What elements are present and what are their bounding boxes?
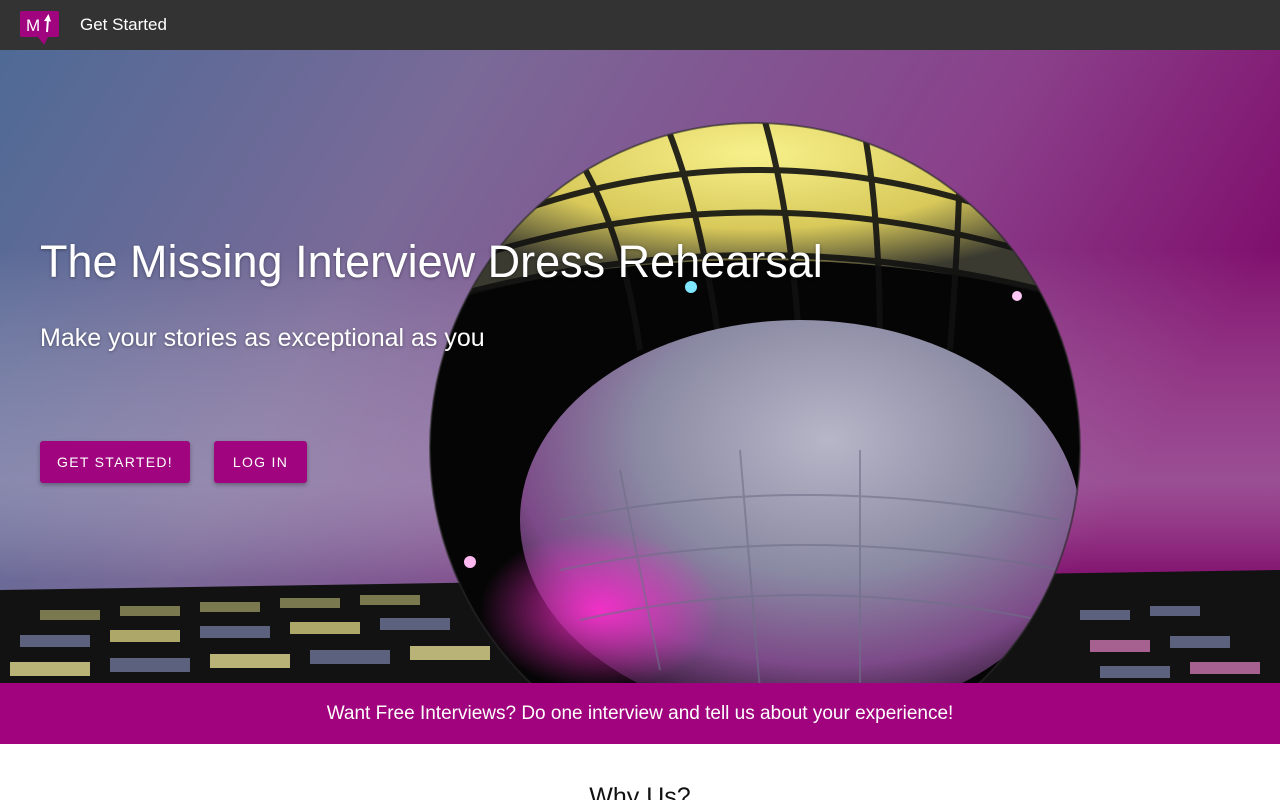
brand-logo-icon[interactable]: M bbox=[20, 11, 60, 45]
promo-banner-text[interactable]: Want Free Interviews? Do one interview a… bbox=[327, 703, 954, 725]
top-navbar: M Get Started bbox=[0, 0, 1280, 50]
hero-subtitle: Make your stories as exceptional as you bbox=[40, 324, 485, 352]
hero-background-image bbox=[0, 50, 1280, 683]
why-us-section: Why Us? bbox=[0, 744, 1280, 800]
promo-banner[interactable]: Want Free Interviews? Do one interview a… bbox=[0, 683, 1280, 744]
nav-get-started-link[interactable]: Get Started bbox=[80, 15, 167, 35]
log-in-button[interactable]: LOG IN bbox=[214, 441, 307, 483]
logo-letter: M bbox=[26, 16, 40, 35]
why-us-heading: Why Us? bbox=[589, 783, 691, 800]
hero-section: The Missing Interview Dress Rehearsal Ma… bbox=[0, 50, 1280, 683]
hero-title: The Missing Interview Dress Rehearsal bbox=[40, 236, 823, 287]
get-started-button[interactable]: GET STARTED! bbox=[40, 441, 190, 483]
